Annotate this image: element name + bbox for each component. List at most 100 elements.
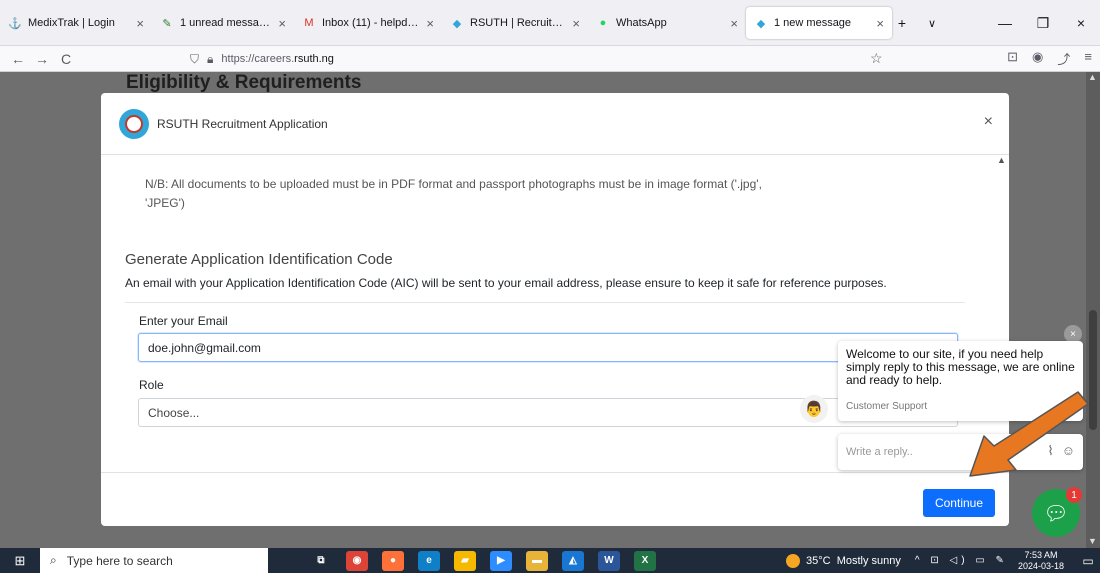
modal-header: RSUTH Recruitment Application × — [101, 93, 1009, 155]
annotation-arrow — [969, 391, 1089, 477]
gmail-icon: M — [304, 17, 314, 29]
bookmark-star-icon[interactable]: ☆ — [870, 50, 883, 67]
section-description: An email with your Application Identific… — [125, 276, 887, 290]
weather-text: 35°C Mostly sunny — [806, 554, 901, 567]
tab-title: 1 new message — [774, 17, 852, 29]
windows-logo-icon: ⊞ — [14, 552, 26, 568]
scroll-up-icon[interactable]: ▲ — [997, 155, 1006, 165]
new-tab-button[interactable]: + — [888, 15, 916, 31]
account-icon[interactable]: ◉ — [1032, 49, 1043, 68]
tab-close-icon[interactable]: × — [278, 16, 286, 31]
notifications-icon[interactable]: ▭ — [1076, 554, 1100, 568]
modal-footer: Continue — [101, 472, 1009, 526]
word-icon[interactable]: W — [598, 550, 620, 571]
url-host: rsuth.ng — [294, 53, 334, 65]
whatsapp-icon: ● — [599, 17, 607, 29]
extensions-icon[interactable]: ⤴ — [1057, 49, 1070, 68]
address-bar[interactable]: ⛉ 🔒︎ https://careers. rsuth.ng — [190, 48, 890, 70]
pocket-icon[interactable]: ⊡ — [1007, 49, 1018, 68]
modal-close-button[interactable]: × — [984, 113, 993, 131]
sticky-notes-icon[interactable]: ▰ — [454, 550, 476, 571]
url-scheme: https://careers. — [221, 53, 295, 65]
forward-button[interactable]: → — [30, 51, 54, 67]
rsuth-icon: ◆ — [756, 17, 766, 30]
upload-note: N/B: All documents to be uploaded must b… — [145, 177, 762, 210]
tab-close-icon[interactable]: × — [572, 16, 580, 31]
tab-title: Inbox (11) - helpdeskrsu — [322, 17, 420, 29]
maximize-button[interactable]: ❐ — [1024, 15, 1062, 32]
toolbar-right: ⊡ ◉ ⤴ ≡ — [1007, 49, 1092, 68]
search-icon: ⌕ — [50, 553, 57, 567]
lock-icon: 🔒︎ — [207, 51, 214, 66]
shield-icon: ⛉ — [190, 51, 200, 66]
taskbar-search[interactable]: ⌕ Type here to search — [40, 548, 268, 573]
tab-close-icon[interactable]: × — [426, 16, 434, 31]
role-select[interactable]: Choose... — [138, 398, 958, 427]
scroll-down-icon[interactable]: ▼ — [1088, 536, 1097, 546]
taskbar-apps: ⧉ ◉ ● e ▰ ▶ ▬ ◭ W X — [310, 550, 656, 571]
tab-close-icon[interactable]: × — [730, 16, 738, 31]
task-view-icon[interactable]: ⧉ — [310, 550, 332, 571]
window-close-button[interactable]: × — [1062, 15, 1100, 31]
browser-navbar: ← → C ⛉ 🔒︎ https://careers. rsuth.ng ☆ ⊡ ◉… — [0, 46, 1100, 72]
chat-agent-name: Customer Support — [846, 401, 928, 412]
chat-reply-input[interactable]: Write a reply.. — [846, 446, 913, 458]
tab-2[interactable]: M Inbox (11) - helpdeskrsu × — [294, 7, 442, 39]
chat-bubble-icon: 💬︎ — [1043, 502, 1069, 525]
page-heading: Eligibility & Requirements — [126, 72, 362, 93]
file-explorer-icon[interactable]: ▬ — [526, 550, 548, 571]
email-field[interactable]: doe.john@gmail.com — [138, 333, 958, 362]
page-scroll-thumb[interactable] — [1089, 310, 1097, 430]
photos-icon[interactable]: ◭ — [562, 550, 584, 571]
system-tray: 35°C Mostly sunny ^ ⊡ ◁) ▭ ✎ 7:53 AM 202… — [786, 548, 1100, 573]
reload-button[interactable]: C — [54, 51, 78, 67]
tab-close-icon[interactable]: × — [136, 16, 144, 31]
start-button[interactable]: ⊞ — [0, 553, 40, 569]
role-label: Role — [139, 378, 164, 392]
windows-taskbar: ⊞ ⌕ Type here to search ⧉ ◉ ● e ▰ ▶ ▬ ◭ W X 35°C … — [0, 548, 1100, 573]
browser-tab-strip: ⚓ MedixTrak | Login × ✎ 1 unread message | t… — [0, 0, 1100, 46]
window-controls: + ∨ — ❐ × — [888, 0, 1100, 46]
chat-unread-badge: 1 — [1066, 487, 1082, 503]
continue-button[interactable]: Continue — [923, 489, 995, 517]
zoom-icon[interactable]: ▶ — [490, 550, 512, 571]
clock-date: 2024-03-18 — [1017, 560, 1064, 571]
tab-title: WhatsApp — [616, 17, 667, 29]
tab-close-icon[interactable]: × — [876, 16, 884, 31]
medix-icon: ⚓ — [8, 17, 22, 30]
tab-list-chevron-icon[interactable]: ∨ — [918, 17, 946, 30]
section-title: Generate Application Identification Code — [125, 251, 393, 268]
menu-icon[interactable]: ≡ — [1084, 49, 1092, 68]
scroll-up-icon[interactable]: ▲ — [1088, 72, 1097, 82]
chrome-icon[interactable]: ◉ — [346, 550, 368, 571]
chat-message: Welcome to our site, if you need help si… — [846, 347, 1075, 387]
tawk-icon: ✎ — [162, 17, 172, 30]
modal-body: ▲ N/B: All documents to be uploaded must… — [101, 155, 1009, 472]
tab-0[interactable]: ⚓ MedixTrak | Login × — [0, 7, 152, 39]
clock[interactable]: 7:53 AM 2024-03-18 — [1018, 550, 1064, 572]
tab-4[interactable]: ● WhatsApp × — [588, 7, 746, 39]
clock-time: 7:53 AM — [1024, 549, 1058, 560]
divider — [125, 302, 965, 303]
tab-1[interactable]: ✎ 1 unread message | taw × — [152, 7, 294, 39]
modal-title: RSUTH Recruitment Application — [157, 116, 328, 131]
sun-icon — [786, 553, 801, 568]
back-button[interactable]: ← — [6, 51, 30, 67]
rsuth-logo — [119, 108, 149, 139]
email-label: Enter your Email — [139, 314, 228, 328]
firefox-icon[interactable]: ● — [382, 550, 404, 571]
edge-icon[interactable]: e — [418, 550, 440, 571]
tray-icons[interactable]: ^ ⊡ ◁) ▭ ✎ — [915, 555, 1008, 566]
tab-title: MedixTrak | Login — [28, 17, 115, 29]
tab-3[interactable]: ◆ RSUTH | Recruitment × — [442, 7, 588, 39]
tab-5[interactable]: ◆ 1 new message × — [746, 7, 892, 39]
weather-widget[interactable]: 35°C Mostly sunny — [786, 553, 901, 568]
taskbar-search-placeholder: Type here to search — [66, 553, 173, 568]
minimize-button[interactable]: — — [986, 15, 1024, 31]
tab-title: 1 unread message | taw — [180, 17, 272, 29]
tab-title: RSUTH | Recruitment — [470, 17, 567, 29]
tab-list: ⚓ MedixTrak | Login × ✎ 1 unread message | t… — [0, 0, 892, 46]
excel-icon[interactable]: X — [634, 550, 656, 571]
agent-avatar: 👨 — [800, 395, 828, 423]
rsuth-icon: ◆ — [452, 17, 462, 30]
